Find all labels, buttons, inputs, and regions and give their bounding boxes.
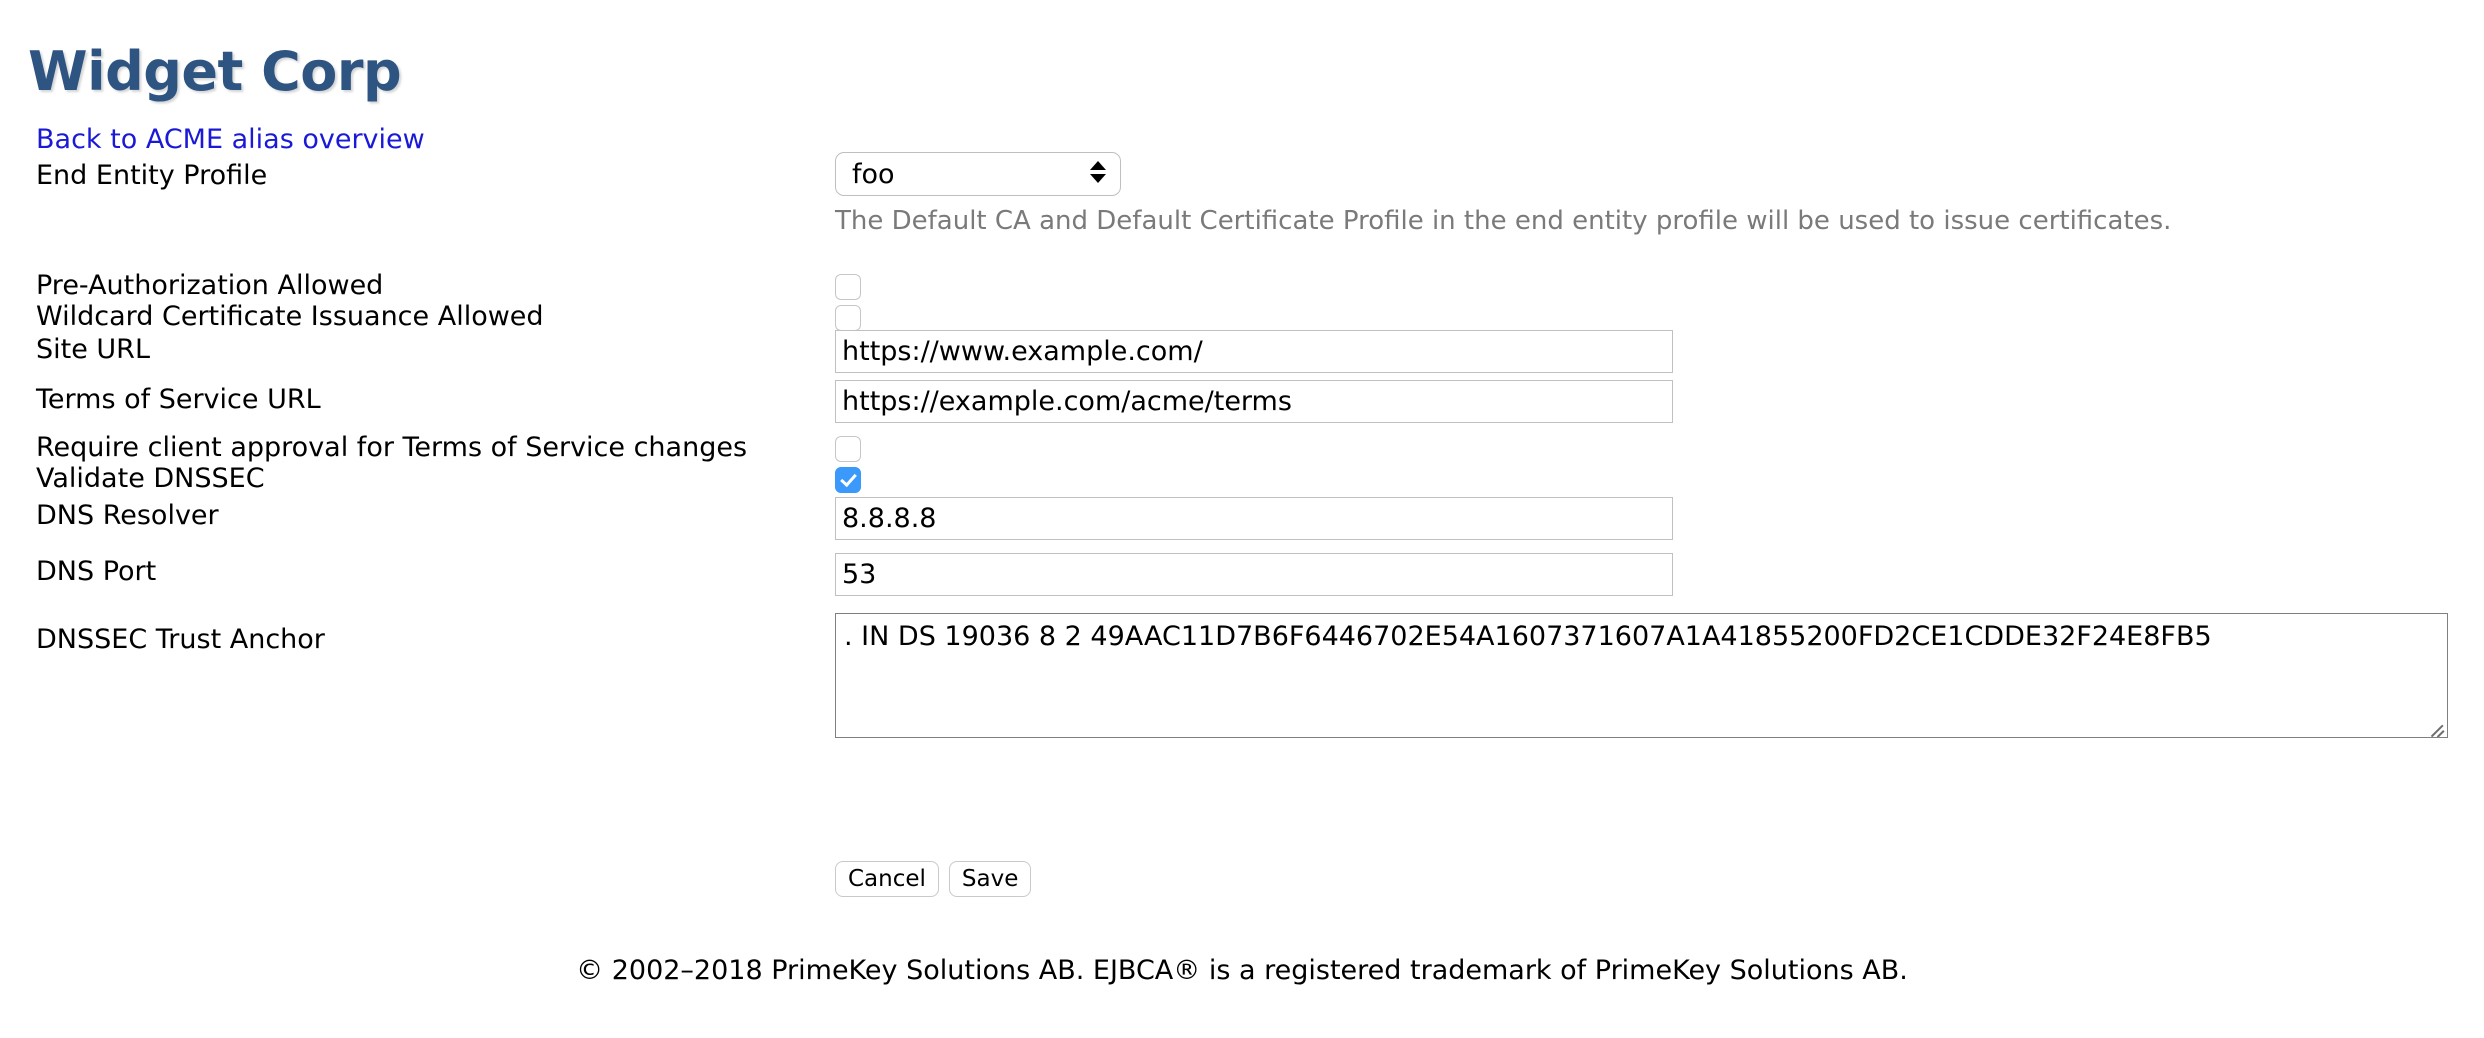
field-dnssec-trust-anchor: . IN DS 19036 8 2 49AAC11D7B6F6446702E54…	[835, 613, 2448, 738]
end-entity-profile-help-text: The Default CA and Default Certificate P…	[835, 206, 2172, 236]
label-require-client-approval: Require client approval for Terms of Ser…	[36, 432, 748, 463]
row-dnssec-trust-anchor: DNSSEC Trust Anchor . IN DS 19036 8 2 49…	[0, 613, 2484, 756]
wildcard-issuance-allowed-checkbox[interactable]	[835, 305, 861, 331]
back-to-acme-alias-overview-link[interactable]: Back to ACME alias overview	[36, 124, 425, 155]
field-wildcard-issuance-allowed	[835, 305, 861, 331]
field-end-entity-profile: foo	[835, 152, 1121, 196]
end-entity-profile-select[interactable]: foo	[835, 152, 1121, 196]
site-url-input[interactable]: https://www.example.com/	[835, 330, 1673, 373]
save-button[interactable]: Save	[948, 861, 1032, 897]
label-end-entity-profile: End Entity Profile	[36, 160, 268, 191]
cancel-button[interactable]: Cancel	[835, 861, 939, 897]
row-require-client-approval: Require client approval for Terms of Ser…	[0, 432, 2484, 465]
end-entity-profile-selected-value: foo	[852, 159, 895, 190]
dnssec-trust-anchor-value: . IN DS 19036 8 2 49AAC11D7B6F6446702E54…	[844, 621, 2212, 652]
field-dns-port: 53	[835, 553, 1673, 596]
label-site-url: Site URL	[36, 334, 150, 365]
row-site-url: Site URL https://www.example.com/	[0, 330, 2484, 382]
row-end-entity-profile-help: The Default CA and Default Certificate P…	[0, 206, 2484, 272]
row-terms-of-service-url: Terms of Service URL https://example.com…	[0, 380, 2484, 434]
pre-authorization-allowed-checkbox[interactable]	[835, 274, 861, 300]
label-validate-dnssec: Validate DNSSEC	[36, 463, 265, 494]
acme-alias-form: End Entity Profile foo The Default CA an…	[0, 152, 2484, 756]
acme-alias-config-page: Widget Corp Back to ACME alias overview …	[0, 0, 2484, 1038]
chevron-updown-icon	[1090, 161, 1106, 189]
validate-dnssec-checkbox[interactable]	[835, 467, 861, 493]
label-wildcard-issuance-allowed: Wildcard Certificate Issuance Allowed	[36, 301, 544, 332]
form-actions: Cancel Save	[835, 861, 1032, 897]
terms-of-service-url-input[interactable]: https://example.com/acme/terms	[835, 380, 1673, 423]
field-validate-dnssec	[835, 467, 861, 493]
label-dnssec-trust-anchor: DNSSEC Trust Anchor	[36, 624, 325, 655]
field-site-url: https://www.example.com/	[835, 330, 1673, 373]
page-title: Widget Corp	[28, 40, 402, 104]
footer-copyright: © 2002–2018 PrimeKey Solutions AB. EJBCA…	[576, 955, 1908, 986]
row-pre-authorization-allowed: Pre-Authorization Allowed	[0, 270, 2484, 303]
field-terms-of-service-url: https://example.com/acme/terms	[835, 380, 1673, 423]
row-dns-port: DNS Port 53	[0, 553, 2484, 616]
row-dns-resolver: DNS Resolver 8.8.8.8	[0, 497, 2484, 556]
label-dns-port: DNS Port	[36, 556, 157, 587]
label-terms-of-service-url: Terms of Service URL	[36, 384, 321, 415]
field-dns-resolver: 8.8.8.8	[835, 497, 1673, 540]
row-validate-dnssec: Validate DNSSEC	[0, 463, 2484, 498]
require-client-approval-checkbox[interactable]	[835, 436, 861, 462]
dns-resolver-input[interactable]: 8.8.8.8	[835, 497, 1673, 540]
label-pre-authorization-allowed: Pre-Authorization Allowed	[36, 270, 384, 301]
resize-handle-icon[interactable]	[2429, 719, 2445, 735]
field-require-client-approval	[835, 436, 861, 462]
dns-port-input[interactable]: 53	[835, 553, 1673, 596]
dnssec-trust-anchor-textarea[interactable]: . IN DS 19036 8 2 49AAC11D7B6F6446702E54…	[835, 613, 2448, 738]
label-dns-resolver: DNS Resolver	[36, 500, 219, 531]
field-pre-authorization-allowed	[835, 274, 861, 300]
